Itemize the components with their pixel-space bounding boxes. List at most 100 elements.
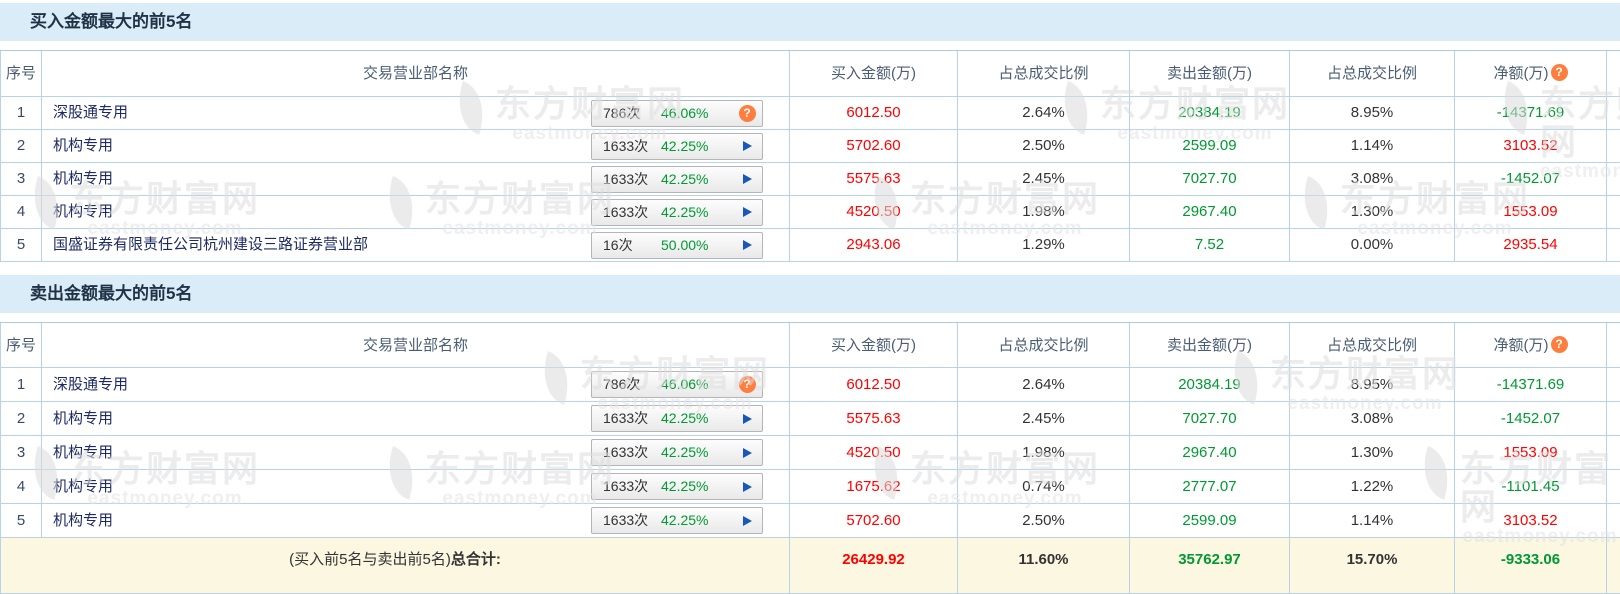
buy-amount-cell: 5702.60 (790, 130, 958, 162)
branch-cell: 机构专用 1633次 42.25% (42, 436, 790, 469)
appearance-count: 16次 (603, 236, 633, 253)
buy-pct-cell: 1.98% (958, 196, 1130, 228)
table-header-row: 序号 交易营业部名称 买入金额(万) 占总成交比例 卖出金额(万) 占总成交比例… (0, 322, 1620, 368)
expand-arrow-icon[interactable] (742, 240, 752, 250)
col-header-sell-amount: 卖出金额(万) (1130, 51, 1290, 96)
sell-pct-cell: 3.08% (1290, 163, 1455, 195)
table-row: 2 机构专用 1633次 42.25% 5575.63 2.45% 7027.7… (0, 402, 1620, 436)
branch-stats-badge[interactable]: 16次 50.00% (591, 231, 763, 259)
branch-stats-badge[interactable]: 1633次 42.25% (591, 132, 763, 160)
net-help-icon[interactable]: ? (1550, 64, 1568, 81)
branch-link[interactable]: 机构专用 (53, 163, 113, 195)
net-cell: 1553.09 (1455, 196, 1607, 228)
buy-amount-cell: 5575.63 (790, 163, 958, 195)
col-header-buy-pct: 占总成交比例 (958, 51, 1130, 96)
branch-stats-badge[interactable]: 1633次 42.25% (591, 507, 763, 534)
branch-stats-badge[interactable]: 1633次 42.25% (591, 405, 763, 432)
buy-pct-cell: 2.50% (958, 504, 1130, 537)
expand-arrow-icon[interactable] (742, 481, 752, 492)
expand-arrow-icon[interactable] (742, 174, 752, 184)
seq-cell: 4 (0, 470, 42, 503)
branch-cell: 机构专用 1633次 42.25% (42, 470, 790, 503)
sell-top5-section-title: 卖出金额最大的前5名 (0, 275, 1620, 313)
branch-stats-badge[interactable]: 786次 46.06% ? (591, 99, 763, 127)
buy-amount-cell: 1675.62 (790, 470, 958, 503)
branch-cell: 深股通专用 786次 46.06% ? (42, 368, 790, 401)
branch-stats-badge[interactable]: 1633次 42.25% (591, 439, 763, 466)
branch-stats-badge[interactable]: 786次 46.06% ? (591, 371, 763, 398)
sell-amount-cell: 2777.07 (1130, 470, 1290, 503)
win-rate: 42.25% (661, 170, 709, 187)
branch-stats-badge[interactable]: 1633次 42.25% (591, 473, 763, 500)
col-header-sell-pct: 占总成交比例 (1290, 323, 1455, 367)
win-rate: 42.25% (661, 512, 709, 528)
branch-cell: 国盛证券有限责任公司杭州建设三路证券营业部 16次 50.00% (42, 229, 790, 261)
expand-arrow-icon[interactable] (742, 207, 752, 217)
branch-link[interactable]: 深股通专用 (53, 368, 128, 401)
net-cell: -14371.69 (1455, 97, 1607, 129)
table-row: 1 深股通专用 786次 46.06% ? 6012.50 2.64% 2038… (0, 368, 1620, 402)
appearance-count: 1633次 (603, 478, 649, 494)
win-rate: 42.25% (661, 410, 709, 426)
sell-amount-cell: 7027.70 (1130, 163, 1290, 195)
expand-arrow-icon[interactable] (742, 447, 752, 458)
expand-arrow-icon[interactable] (742, 515, 752, 526)
branch-cell: 机构专用 1633次 42.25% (42, 130, 790, 162)
buy-pct-cell: 0.74% (958, 470, 1130, 503)
branch-link[interactable]: 机构专用 (53, 436, 113, 469)
win-rate: 42.25% (661, 444, 709, 460)
total-sell-pct-cell: 15.70% (1290, 538, 1455, 593)
win-rate: 50.00% (661, 236, 709, 253)
seq-cell: 2 (0, 130, 42, 162)
net-cell: -1452.07 (1455, 163, 1607, 195)
col-header-net: 净额(万)? (1455, 323, 1607, 367)
expand-arrow-icon[interactable] (742, 413, 752, 424)
buy-pct-cell: 2.64% (958, 368, 1130, 401)
table-row: 1 深股通专用 786次 46.06% ? 6012.50 2.64% 2038… (0, 97, 1620, 130)
branch-link[interactable]: 机构专用 (53, 402, 113, 435)
seq-cell: 3 (0, 163, 42, 195)
branch-link[interactable]: 国盛证券有限责任公司杭州建设三路证券营业部 (53, 229, 368, 261)
sell-amount-cell: 2967.40 (1130, 196, 1290, 228)
win-rate: 42.25% (661, 478, 709, 494)
col-header-buy-amount: 买入金额(万) (790, 51, 958, 96)
buy-amount-cell: 6012.50 (790, 97, 958, 129)
sell-amount-cell: 20384.19 (1130, 97, 1290, 129)
buy-amount-cell: 5702.60 (790, 504, 958, 537)
seq-cell: 5 (0, 504, 42, 537)
branch-link[interactable]: 机构专用 (53, 130, 113, 162)
sell-pct-cell: 1.14% (1290, 130, 1455, 162)
branch-link[interactable]: 深股通专用 (53, 97, 128, 129)
branch-link[interactable]: 机构专用 (53, 196, 113, 228)
appearance-count: 1633次 (603, 137, 649, 154)
help-icon[interactable]: ? (738, 104, 756, 122)
buy-amount-cell: 4520.50 (790, 436, 958, 469)
help-icon[interactable]: ? (738, 376, 756, 393)
table-row: 2 机构专用 1633次 42.25% 5702.60 2.50% 2599.0… (0, 130, 1620, 163)
net-cell: 3103.52 (1455, 130, 1607, 162)
col-header-seq: 序号 (0, 51, 42, 96)
col-header-sell-pct: 占总成交比例 (1290, 51, 1455, 96)
table-row: 5 国盛证券有限责任公司杭州建设三路证券营业部 16次 50.00% 2943.… (0, 229, 1620, 262)
buy-amount-cell: 2943.06 (790, 229, 958, 261)
sell-pct-cell: 8.95% (1290, 368, 1455, 401)
sell-top5-table: 序号 交易营业部名称 买入金额(万) 占总成交比例 卖出金额(万) 占总成交比例… (0, 322, 1620, 594)
sell-pct-cell: 8.95% (1290, 97, 1455, 129)
branch-cell: 深股通专用 786次 46.06% ? (42, 97, 790, 129)
win-rate: 46.06% (661, 104, 709, 121)
col-header-cutoff (1607, 323, 1620, 367)
appearance-count: 786次 (603, 104, 641, 121)
branch-stats-badge[interactable]: 1633次 42.25% (591, 165, 763, 193)
expand-arrow-icon[interactable] (742, 141, 752, 151)
sell-pct-cell: 0.00% (1290, 229, 1455, 261)
table-header-row: 序号 交易营业部名称 买入金额(万) 占总成交比例 卖出金额(万) 占总成交比例… (0, 50, 1620, 97)
total-sell-cell: 35762.97 (1130, 538, 1290, 593)
net-help-icon[interactable]: ? (1550, 336, 1568, 353)
total-buy-pct-cell: 11.60% (958, 538, 1130, 593)
buy-pct-cell: 2.50% (958, 130, 1130, 162)
branch-cell: 机构专用 1633次 42.25% (42, 163, 790, 195)
col-header-cutoff (1607, 51, 1620, 96)
branch-link[interactable]: 机构专用 (53, 470, 113, 503)
branch-link[interactable]: 机构专用 (53, 504, 113, 537)
branch-stats-badge[interactable]: 1633次 42.25% (591, 198, 763, 226)
